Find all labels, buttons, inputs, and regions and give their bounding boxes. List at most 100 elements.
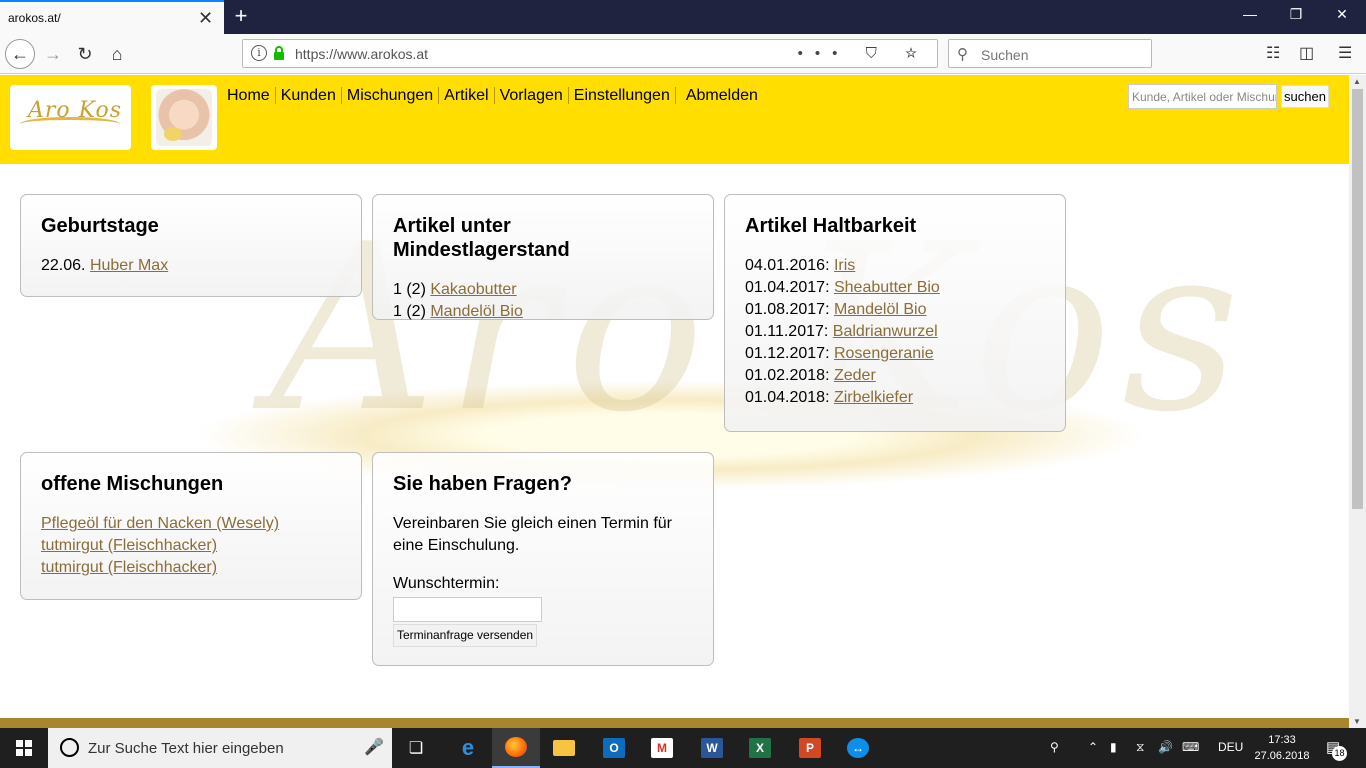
open-mixes-card: offene Mischungen Pflegeöl für den Nacke…: [20, 452, 362, 600]
close-tab-icon[interactable]: ✕: [198, 8, 213, 28]
scroll-up-icon[interactable]: ▲: [1353, 77, 1361, 86]
microphone-icon[interactable]: 🎤: [364, 737, 384, 757]
article-link[interactable]: Iris: [834, 257, 855, 274]
mix-link[interactable]: tutmirgut (Fleischhacker): [41, 537, 217, 554]
network-icon[interactable]: ⧖: [1136, 740, 1144, 755]
menu-einstellungen[interactable]: Einstellungen: [569, 87, 676, 104]
gmail-icon[interactable]: M: [638, 728, 686, 768]
mix-link[interactable]: tutmirgut (Fleischhacker): [41, 559, 217, 576]
web-page: Aro Kos Aro Kos Home Kunden Mischungen A…: [0, 75, 1349, 728]
firefox-icon[interactable]: [492, 728, 540, 768]
home-icon[interactable]: ⌂: [102, 39, 132, 69]
list-item: 01.04.2018: Zirbelkiefer: [745, 389, 914, 406]
tray-expand-icon[interactable]: ⌃: [1088, 740, 1098, 754]
shelf-life-card: Artikel Haltbarkeit 04.01.2016: Iris 01.…: [724, 194, 1066, 432]
preferred-date-input[interactable]: [393, 597, 542, 622]
window-close-icon[interactable]: ✕: [1332, 6, 1352, 23]
menu-vorlagen[interactable]: Vorlagen: [495, 87, 569, 104]
menu-home[interactable]: Home: [222, 87, 276, 104]
library-icon[interactable]: ☷: [1266, 43, 1280, 63]
list-item: 01.12.2017: Rosengeranie: [745, 345, 934, 362]
start-button[interactable]: [0, 728, 48, 768]
list-item: 1 (2) Kakaobutter: [393, 281, 517, 298]
article-link[interactable]: Baldrianwurzel: [833, 323, 938, 340]
powerpoint-icon[interactable]: P: [786, 728, 834, 768]
main-menu: Home Kunden Mischungen Artikel Vorlagen …: [222, 87, 763, 104]
list-item: 1 (2) Mandelöl Bio: [393, 303, 523, 320]
questions-text: Vereinbaren Sie gleich einen Termin für …: [393, 515, 672, 554]
low-stock-card: Artikel unter Mindestlagerstand 1 (2) Ka…: [372, 194, 714, 320]
outlook-icon[interactable]: O: [590, 728, 638, 768]
forward-icon[interactable]: →: [38, 39, 68, 69]
search-icon: ⚲: [957, 46, 968, 63]
article-link[interactable]: Zeder: [834, 367, 876, 384]
list-item: Pflegeöl für den Nacken (Wesely): [41, 513, 341, 535]
article-link[interactable]: Zirbelkiefer: [834, 389, 913, 406]
language-indicator[interactable]: DEU: [1218, 740, 1243, 754]
notification-icon[interactable]: ▤ 18: [1326, 738, 1347, 761]
excel-icon[interactable]: X: [736, 728, 784, 768]
site-search-input[interactable]: Kunde, Artikel oder Mischung: [1128, 84, 1277, 109]
site-search-button[interactable]: suchen: [1281, 85, 1329, 108]
scroll-down-icon[interactable]: ▼: [1353, 717, 1361, 726]
face-image: [151, 85, 217, 150]
reload-icon[interactable]: ↻: [70, 39, 100, 69]
card-title: Sie haben Fragen?: [393, 473, 572, 495]
people-icon[interactable]: ⚲: [1050, 740, 1059, 754]
list-item: 01.02.2018: Zeder: [745, 367, 876, 384]
keyboard-icon[interactable]: ⌨: [1182, 740, 1199, 754]
back-icon[interactable]: ←: [5, 39, 35, 69]
teamviewer-icon[interactable]: ↔: [834, 728, 882, 768]
preferred-date-label: Wunschtermin:: [393, 575, 500, 592]
minimize-icon[interactable]: —: [1240, 6, 1260, 22]
task-view-icon[interactable]: ❏: [392, 728, 440, 768]
article-link[interactable]: Kakaobutter: [430, 281, 516, 298]
windows-icon: [16, 740, 32, 756]
browser-search-field[interactable]: ⚲ Suchen: [948, 39, 1152, 68]
list-item: tutmirgut (Fleischhacker): [41, 557, 341, 579]
mix-link[interactable]: Pflegeöl für den Nacken (Wesely): [41, 515, 279, 532]
menu-kunden[interactable]: Kunden: [276, 87, 342, 104]
article-link[interactable]: Mandelöl Bio: [834, 301, 927, 318]
word-icon[interactable]: W: [688, 728, 736, 768]
battery-icon[interactable]: ▮: [1110, 740, 1117, 754]
sidebar-icon[interactable]: ◫: [1299, 43, 1314, 63]
footer-bar: [0, 718, 1349, 728]
card-title: offene Mischungen: [41, 473, 224, 495]
send-request-button[interactable]: Terminanfrage versenden: [393, 624, 538, 647]
article-link[interactable]: Sheabutter Bio: [834, 279, 940, 296]
restore-icon[interactable]: ❐: [1286, 6, 1306, 23]
taskbar-search[interactable]: Zur Suche Text hier eingeben 🎤: [48, 728, 392, 768]
site-info-icon[interactable]: i: [251, 45, 267, 61]
card-title: Geburtstage: [41, 215, 159, 237]
page-scrollbar[interactable]: ▲ ▼: [1349, 75, 1366, 728]
menu-mischungen[interactable]: Mischungen: [342, 87, 440, 104]
article-link[interactable]: Mandelöl Bio: [430, 303, 523, 320]
scrollbar-thumb[interactable]: [1352, 89, 1363, 509]
page-actions-icon[interactable]: ••• ⛉ ☆: [798, 45, 929, 62]
browser-tab[interactable]: arokos.at/ ✕: [0, 0, 224, 34]
arokos-logo[interactable]: Aro Kos: [10, 85, 131, 150]
list-item: tutmirgut (Fleischhacker): [41, 535, 341, 557]
list-item: 01.08.2017: Mandelöl Bio: [745, 301, 927, 318]
tab-bar: arokos.at/ ✕ + — ❐ ✕: [0, 0, 1366, 34]
menu-icon[interactable]: ☰: [1338, 43, 1352, 63]
list-item: 04.01.2016: Iris: [745, 257, 856, 274]
lock-icon: [274, 46, 284, 60]
card-title: Artikel unter Mindestlagerstand: [393, 215, 570, 261]
menu-artikel[interactable]: Artikel: [439, 87, 495, 104]
list-item: 01.11.2017: Baldrianwurzel: [745, 323, 938, 340]
notification-badge: 18: [1332, 746, 1347, 761]
new-tab-button[interactable]: +: [230, 2, 252, 30]
address-bar[interactable]: i https://www.arokos.at ••• ⛉ ☆: [242, 39, 938, 68]
browser-search-placeholder: Suchen: [981, 47, 1029, 63]
article-link[interactable]: Rosengeranie: [834, 345, 934, 362]
clock[interactable]: 17:33 27.06.2018: [1252, 732, 1312, 764]
menu-abmelden[interactable]: Abmelden: [676, 87, 763, 104]
customer-link[interactable]: Huber Max: [90, 257, 168, 274]
explorer-icon[interactable]: [540, 728, 588, 768]
taskbar-search-text: Zur Suche Text hier eingeben: [88, 740, 284, 757]
volume-icon[interactable]: 🔊: [1158, 740, 1173, 754]
list-item: 01.04.2017: Sheabutter Bio: [745, 279, 940, 296]
edge-icon[interactable]: e: [444, 728, 492, 768]
